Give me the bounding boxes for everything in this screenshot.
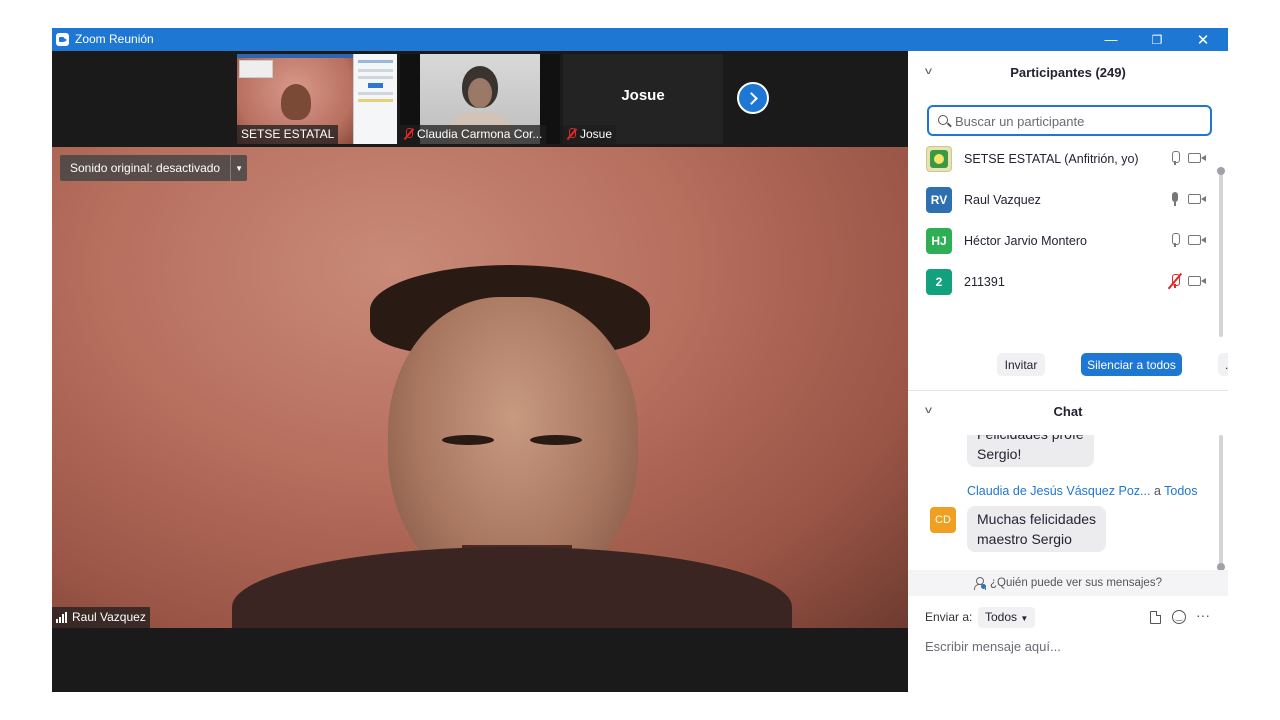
organization-logo-icon <box>930 150 948 168</box>
thumbnail-josue[interactable]: Josue Josue <box>563 54 723 144</box>
participant-row[interactable]: HJ Héctor Jarvio Montero <box>926 228 1208 256</box>
active-speaker-video: Sonido original: desactivado ▼ Raul Vazq… <box>52 147 908 628</box>
minimize-button[interactable]: — <box>1088 28 1134 51</box>
mute-all-button[interactable]: Silenciar a todos <box>1081 353 1182 376</box>
microphone-icon <box>1170 151 1180 166</box>
participant-search-input[interactable] <box>955 112 1205 130</box>
mic-muted-icon <box>567 128 576 140</box>
speaker-eye-right <box>530 435 582 445</box>
thumbnail-setse-estatal[interactable]: SETSE ESTATAL <box>237 54 397 144</box>
camera-icon <box>1188 276 1206 286</box>
thumbnail-claudia[interactable]: Claudia Carmona Cor... <box>400 54 560 144</box>
participant-row[interactable]: 2 211391 <box>926 269 1208 297</box>
participant-display-name: Josue <box>621 87 665 104</box>
send-to-row: Enviar a: Todos ▼ ‿ ··· <box>925 607 1215 631</box>
original-sound-label: Sonido original: desactivado <box>70 161 221 175</box>
avatar-logo <box>926 146 952 172</box>
chat-title: Chat <box>1053 404 1083 419</box>
shared-document-preview <box>353 54 397 144</box>
chevron-right-icon <box>745 91 758 105</box>
original-sound-toggle[interactable]: Sonido original: desactivado ▼ <box>60 155 248 181</box>
participants-scrollbar[interactable] <box>1219 167 1223 337</box>
person-info-icon <box>974 577 987 590</box>
send-to-select[interactable]: Todos ▼ <box>978 607 1036 628</box>
camera-icon <box>1188 235 1206 245</box>
thumbnail-name: SETSE ESTATAL <box>237 125 339 144</box>
send-to-label: Enviar a: <box>925 610 973 624</box>
chat-message-input[interactable] <box>925 636 1215 656</box>
recipient-name[interactable]: Todos <box>1164 484 1197 498</box>
invite-button[interactable]: Invitar <box>997 353 1045 376</box>
file-icon[interactable] <box>1150 611 1161 624</box>
next-page-button[interactable] <box>737 82 769 114</box>
camera-icon <box>1188 194 1206 204</box>
thumbnail-name: Josue <box>563 125 617 144</box>
sender-avatar: CD <box>930 507 956 533</box>
mic-muted-icon <box>404 128 413 140</box>
thumbnail-name: Claudia Carmona Cor... <box>400 125 547 144</box>
sender-name[interactable]: Claudia de Jesús Vásquez Poz... <box>967 484 1150 498</box>
more-horizontal-icon[interactable]: ··· <box>1196 607 1210 623</box>
chat-bubble: Muchas felicidades maestro Sergio <box>967 506 1107 552</box>
participant-row[interactable]: RV Raul Vazquez <box>926 187 1208 215</box>
camera-icon <box>1188 153 1206 163</box>
close-button[interactable]: ✕ <box>1180 28 1226 51</box>
side-panel: v Participantes (249) SETSE ESTATAL (Anf… <box>908 51 1228 692</box>
zoom-window: Zoom Reunión — ❐ ✕ SETSE ESTATAL Claudia… <box>52 28 1228 692</box>
chat-sender: Claudia de Jesús Vásquez Poz... a Todos <box>967 484 1198 498</box>
chat-header: v Chat <box>908 397 1228 427</box>
more-options-button[interactable]: ... <box>1218 353 1228 376</box>
avatar: HJ <box>926 228 952 254</box>
restore-button[interactable]: ❐ <box>1134 28 1180 51</box>
person-silhouette <box>281 84 311 120</box>
to-word: a <box>1153 484 1161 498</box>
participant-name: SETSE ESTATAL (Anfitrión, yo) <box>964 152 1139 166</box>
microphone-icon <box>1170 192 1180 207</box>
speaker-eye-left <box>442 435 494 445</box>
participant-row[interactable]: SETSE ESTATAL (Anfitrión, yo) <box>926 146 1208 174</box>
zoom-app-icon <box>56 33 69 46</box>
chat-scrollbar[interactable] <box>1219 435 1223 565</box>
speaker-name-tag: Raul Vazquez <box>52 607 150 628</box>
emoji-icon[interactable]: ‿ <box>1172 610 1186 624</box>
who-can-see-messages-link[interactable]: ¿Quién puede ver sus mensajes? <box>908 570 1228 596</box>
microphone-icon <box>1170 233 1180 248</box>
signal-strength-icon <box>56 612 67 623</box>
participant-name: 211391 <box>964 275 1005 289</box>
search-icon <box>938 115 948 125</box>
title-bar: Zoom Reunión — ❐ ✕ <box>52 28 1228 51</box>
chat-bubble: Felicidades profe Sergio! <box>967 435 1094 467</box>
thumbnail-strip: SETSE ESTATAL Claudia Carmona Cor... Jos… <box>52 51 908 147</box>
chat-messages: Felicidades profe Sergio! Claudia de Jes… <box>908 435 1218 569</box>
screen-preview <box>239 60 273 78</box>
participant-name: Héctor Jarvio Montero <box>964 234 1087 248</box>
speaker-shoulders <box>232 547 792 628</box>
participant-search[interactable] <box>927 105 1212 136</box>
divider <box>908 390 1228 391</box>
participants-title: Participantes (249) <box>1010 65 1126 80</box>
participant-name: Raul Vazquez <box>964 193 1041 207</box>
avatar: 2 <box>926 269 952 295</box>
avatar: RV <box>926 187 952 213</box>
window-title: Zoom Reunión <box>75 32 154 46</box>
chevron-down-icon: ▼ <box>1020 614 1029 623</box>
scrollbar-end-dot <box>1217 167 1225 175</box>
participants-header: v Participantes (249) <box>908 58 1228 88</box>
caret-down-icon[interactable]: ▼ <box>230 155 247 181</box>
